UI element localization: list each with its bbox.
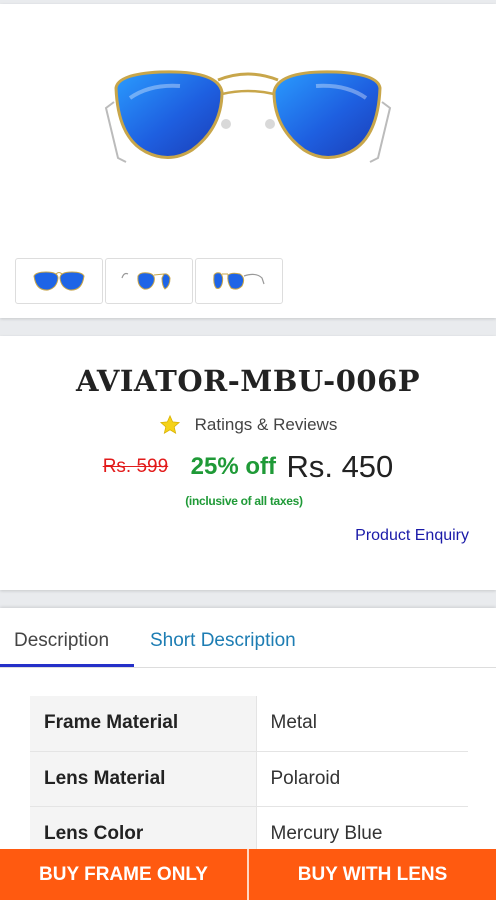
tab-short-description[interactable]: Short Description (150, 630, 296, 652)
spec-value: Polaroid (256, 751, 468, 807)
tax-note-text: (inclusive of all taxes) (185, 494, 303, 508)
buy-with-lens-button[interactable]: BUY WITH LENS (249, 849, 496, 900)
buy-frame-only-button[interactable]: BUY FRAME ONLY (0, 849, 249, 900)
sunglasses-front-icon (33, 271, 85, 291)
aviator-sunglasses-image[interactable] (100, 58, 396, 178)
price-row: Rs. 599 25% off Rs. 450 (0, 449, 496, 485)
specifications-table: Frame Material Metal Lens Material Polar… (30, 696, 468, 862)
table-row: Frame Material Metal (30, 696, 468, 752)
original-price: Rs. 599 (102, 456, 169, 477)
active-tab-indicator (0, 664, 134, 667)
ratings-row[interactable]: Ratings & Reviews (0, 414, 496, 436)
product-page: AVIATOR-MBU-006P Ratings & Reviews Rs. 5… (0, 0, 496, 900)
sunglasses-angle-icon (213, 272, 265, 290)
sale-price: Rs. 450 (286, 449, 394, 484)
thumbnail-strip (15, 258, 285, 304)
details-tabs: Description Short Description (0, 608, 496, 668)
discount-label: 25% off (190, 453, 276, 480)
table-row: Lens Material Polaroid (30, 751, 468, 807)
thumbnail-angle-view[interactable] (195, 258, 283, 304)
ratings-reviews-label: Ratings & Reviews (194, 415, 338, 434)
product-enquiry-link[interactable]: Product Enquiry (355, 527, 469, 545)
spec-value: Metal (256, 696, 468, 752)
tab-description[interactable]: Description (14, 630, 109, 652)
buy-bar: BUY FRAME ONLY BUY WITH LENS (0, 849, 496, 900)
sunglasses-side-icon (121, 272, 171, 290)
thumbnail-side-view[interactable] (105, 258, 193, 304)
product-title: AVIATOR-MBU-006P (75, 364, 421, 398)
product-info-card: AVIATOR-MBU-006P Ratings & Reviews Rs. 5… (0, 336, 496, 590)
spec-key: Frame Material (30, 696, 257, 752)
product-gallery (0, 4, 496, 318)
thumbnail-front-view[interactable] (15, 258, 103, 304)
star-icon (159, 414, 180, 435)
spec-key: Lens Material (30, 751, 257, 807)
tax-note: (inclusive of all taxes) (0, 494, 496, 508)
